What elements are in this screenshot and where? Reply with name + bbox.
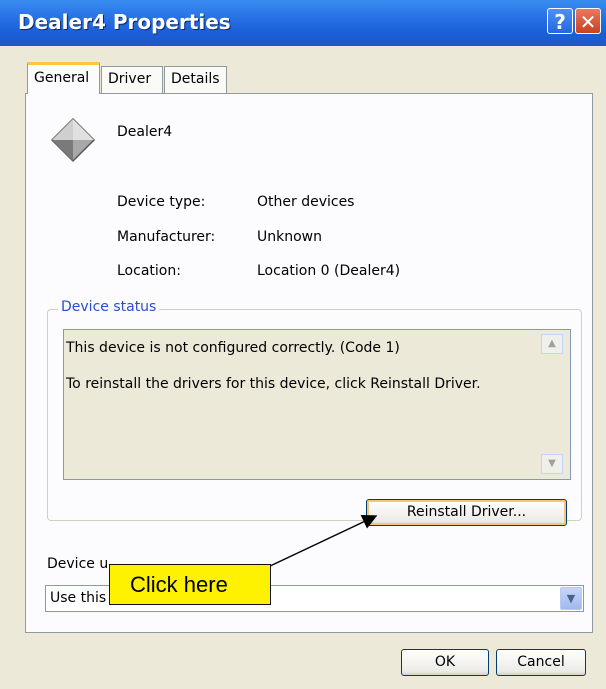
device-name: Dealer4 — [117, 124, 173, 140]
reinstall-driver-button[interactable]: Reinstall Driver... — [366, 499, 567, 526]
cancel-button[interactable]: Cancel — [496, 649, 586, 676]
properties-dialog: Dealer4 Properties ? ✕ General Driver De… — [0, 0, 606, 689]
close-button[interactable]: ✕ — [575, 8, 601, 34]
device-usage-value: Use this — [50, 590, 107, 606]
status-line-1: This device is not configured correctly.… — [66, 340, 400, 356]
scroll-up-button[interactable]: ▲ — [541, 334, 563, 354]
status-line-2: To reinstall the drivers for this device… — [66, 376, 481, 392]
window-title: Dealer4 Properties — [18, 10, 231, 34]
tab-general[interactable]: General — [27, 62, 100, 94]
unknown-device-icon — [50, 117, 96, 163]
location-value: Location 0 (Dealer4) — [257, 263, 401, 279]
ok-button[interactable]: OK — [401, 649, 489, 676]
help-button[interactable]: ? — [547, 8, 573, 34]
device-type-label: Device type: — [117, 194, 206, 210]
device-usage-label: Device u — [47, 556, 109, 572]
location-label: Location: — [117, 263, 181, 279]
click-here-callout: Click here — [109, 564, 271, 605]
tab-driver[interactable]: Driver — [101, 66, 163, 93]
chevron-down-icon[interactable]: ▼ — [560, 587, 582, 610]
tab-details[interactable]: Details — [164, 66, 227, 93]
device-type-value: Other devices — [257, 194, 355, 210]
manufacturer-label: Manufacturer: — [117, 229, 216, 245]
scroll-down-button[interactable]: ▼ — [541, 454, 563, 474]
title-bar[interactable]: Dealer4 Properties ? ✕ — [0, 0, 606, 46]
device-status-legend: Device status — [58, 299, 160, 315]
manufacturer-value: Unknown — [257, 229, 322, 245]
